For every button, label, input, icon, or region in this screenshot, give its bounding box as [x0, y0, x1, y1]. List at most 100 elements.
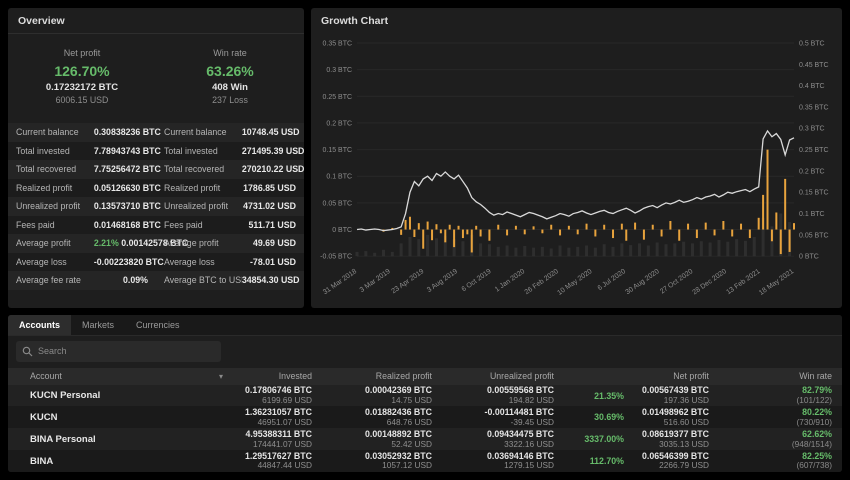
unrealized-percent: 30.69% — [560, 412, 630, 422]
stat-value: 0.30838236 BTC — [94, 127, 156, 137]
invested-cell: 0.17806746 BTC 6199.69 USD — [233, 385, 318, 405]
account-name: BINA Personal — [8, 434, 233, 445]
stat-label: Average BTC to USD — [156, 275, 242, 285]
svg-text:27 Oct 2020: 27 Oct 2020 — [659, 268, 694, 296]
svg-text:3 Mar 2019: 3 Mar 2019 — [359, 268, 392, 294]
stat-value: 271495.39 USD — [242, 146, 304, 156]
unrealized-profit-cell: 0.00559568 BTC 194.82 USD — [438, 385, 560, 405]
net-profit-cell: 0.01498962 BTC 516.60 USD — [630, 407, 715, 427]
column-header-unrealized-profit[interactable]: Unrealized profit — [438, 371, 560, 381]
net-profit-cell: 0.00567439 BTC 197.36 USD — [630, 385, 715, 405]
unrealized-percent: 21.35% — [560, 391, 630, 401]
tab-currencies[interactable]: Currencies — [125, 315, 191, 335]
stat-value: 0.09% — [94, 275, 156, 285]
column-header-invested[interactable]: Invested — [233, 371, 318, 381]
svg-text:26 Feb 2020: 26 Feb 2020 — [524, 268, 560, 296]
net-profit-cell: 0.08619377 BTC 3035.13 USD — [630, 429, 715, 449]
top-row: Overview Net profit 126.70% 0.17232172 B… — [8, 8, 842, 308]
accounts-panel: Accounts Markets Currencies Account ▾ In… — [8, 315, 842, 472]
account-name: KUCN Personal — [8, 390, 233, 401]
stat-row: Total recovered 7.75256472 BTC Total rec… — [8, 160, 304, 179]
svg-text:10 May 2020: 10 May 2020 — [556, 268, 593, 297]
svg-text:31 Mar 2018: 31 Mar 2018 — [322, 268, 358, 296]
loss-count: 237 Loss — [156, 95, 304, 105]
overview-panel-title: Overview — [8, 8, 304, 34]
win-rate-cell: 82.25% (607/738) — [715, 451, 842, 471]
svg-text:0.35 BTC: 0.35 BTC — [799, 104, 828, 111]
stat-label: Realized profit — [8, 183, 94, 193]
tab-accounts[interactable]: Accounts — [8, 315, 71, 335]
stat-row: Realized profit 0.05126630 BTC Realized … — [8, 179, 304, 198]
net-profit-btc: 0.17232172 BTC — [8, 82, 156, 93]
stat-row: Current balance 0.30838236 BTC Current b… — [8, 123, 304, 142]
column-header-account[interactable]: Account ▾ — [8, 371, 233, 381]
svg-text:0.25 BTC: 0.25 BTC — [323, 94, 352, 101]
stat-value: 2.21% 0.00142578 BTC — [94, 238, 156, 248]
account-row[interactable]: KUCN Personal 0.17806746 BTC 6199.69 USD… — [8, 385, 842, 407]
net-profit-label: Net profit — [8, 48, 156, 58]
stat-value: 511.71 USD — [242, 220, 304, 230]
svg-text:0.2 BTC: 0.2 BTC — [799, 168, 825, 175]
stat-value: 49.69 USD — [242, 238, 304, 248]
tab-markets[interactable]: Markets — [71, 315, 125, 335]
stat-row: Unrealized profit 0.13573710 BTC Unreali… — [8, 197, 304, 216]
unrealized-percent: 112.70% — [560, 456, 630, 466]
win-rate-cell: 62.62% (948/1514) — [715, 429, 842, 449]
invested-cell: 1.36231057 BTC 46951.07 USD — [233, 407, 318, 427]
overview-stats-table: Current balance 0.30838236 BTC Current b… — [8, 123, 304, 308]
svg-text:3 Aug 2019: 3 Aug 2019 — [426, 268, 459, 294]
svg-text:0.3 BTC: 0.3 BTC — [326, 67, 352, 74]
svg-text:6 Jul 2020: 6 Jul 2020 — [597, 268, 628, 292]
stat-value: 4731.02 USD — [242, 201, 304, 211]
overview-summary: Net profit 126.70% 0.17232172 BTC 6006.1… — [8, 48, 304, 105]
stat-label: Fees paid — [8, 220, 94, 230]
column-header-realized-profit[interactable]: Realized profit — [318, 371, 438, 381]
svg-text:28 Dec 2020: 28 Dec 2020 — [691, 268, 728, 296]
svg-text:13 Feb 2021: 13 Feb 2021 — [725, 268, 761, 296]
stat-label: Current balance — [8, 127, 94, 137]
stat-label: Realized profit — [156, 183, 242, 193]
column-header-win-rate[interactable]: Win rate — [715, 371, 842, 381]
table-header: Account ▾ Invested Realized profit Unrea… — [8, 368, 842, 385]
stat-label: Average loss — [8, 257, 94, 267]
realized-profit-cell: 0.00042369 BTC 14.75 USD — [318, 385, 438, 405]
svg-text:0 BTC: 0 BTC — [799, 254, 819, 261]
svg-text:0 BTC: 0 BTC — [332, 227, 352, 234]
svg-text:0.15 BTC: 0.15 BTC — [323, 147, 352, 154]
growth-chart[interactable]: 0.35 BTC 0.3 BTC 0.25 BTC 0.2 BTC 0.15 BTC 0.… — [311, 33, 842, 308]
search-input[interactable] — [16, 341, 221, 362]
stat-row: Total invested 7.78943743 BTC Total inve… — [8, 142, 304, 161]
stat-value: -0.00223820 BTC — [94, 257, 156, 267]
invested-cell: 1.29517627 BTC 44847.44 USD — [233, 451, 318, 471]
svg-text:-0.05 BTC: -0.05 BTC — [320, 254, 352, 261]
net-profit-percent: 126.70% — [8, 63, 156, 79]
stat-value: 7.75256472 BTC — [94, 164, 156, 174]
account-row[interactable]: BINA 1.29517627 BTC 44847.44 USD 0.03052… — [8, 450, 842, 472]
stat-value: 1786.85 USD — [242, 183, 304, 193]
dashboard-root: Overview Net profit 126.70% 0.17232172 B… — [0, 0, 850, 480]
stat-value: 0.01468168 BTC — [94, 220, 156, 230]
win-rate-cell: 82.79% (101/122) — [715, 385, 842, 405]
stat-label: Average profit — [156, 238, 242, 248]
column-header-net-profit[interactable]: Net profit — [630, 371, 715, 381]
stat-label: Unrealized profit — [156, 201, 242, 211]
unrealized-percent: 3337.00% — [560, 434, 630, 444]
net-profit-usd: 6006.15 USD — [8, 95, 156, 105]
svg-text:0.4 BTC: 0.4 BTC — [799, 83, 825, 90]
account-row[interactable]: BINA Personal 4.95388311 BTC 174441.07 U… — [8, 428, 842, 450]
svg-text:6 Oct 2019: 6 Oct 2019 — [461, 268, 493, 293]
stat-value: 270210.22 USD — [242, 164, 304, 174]
stat-row: Average fee rate 0.09% Average BTC to US… — [8, 271, 304, 290]
svg-text:1 Jan 2020: 1 Jan 2020 — [494, 268, 526, 294]
stat-label: Total invested — [156, 146, 242, 156]
search-row — [8, 336, 842, 368]
account-row[interactable]: KUCN 1.36231057 BTC 46951.07 USD 0.01882… — [8, 406, 842, 428]
stat-label: Average loss — [156, 257, 242, 267]
stat-label: Current balance — [156, 127, 242, 137]
growth-chart-title: Growth Chart — [311, 8, 842, 33]
svg-text:0.25 BTC: 0.25 BTC — [799, 147, 828, 154]
win-rate-summary: Win rate 63.26% 408 Win 237 Loss — [156, 48, 304, 105]
stat-label: Average fee rate — [8, 275, 94, 285]
stat-row: Fees paid 0.01468168 BTC Fees paid 511.7… — [8, 216, 304, 235]
svg-text:0.05 BTC: 0.05 BTC — [323, 200, 352, 207]
